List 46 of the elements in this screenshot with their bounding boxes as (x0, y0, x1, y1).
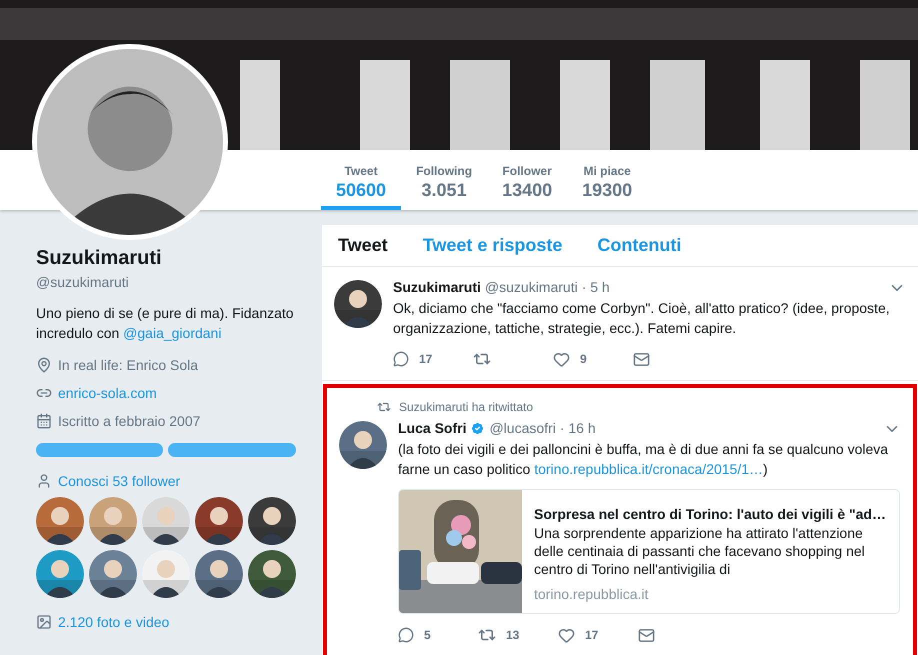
like-icon[interactable] (553, 350, 570, 368)
mail-icon[interactable] (638, 626, 655, 644)
joined-text: Iscritto a febbraio 2007 (58, 412, 200, 431)
media-link[interactable]: 2.120 foto e video (58, 612, 170, 632)
person-icon (36, 473, 52, 489)
action-count: 13 (506, 627, 520, 644)
action-count: 17 (585, 627, 598, 644)
retweet-icon (377, 400, 391, 414)
author-handle[interactable]: @suzukimaruti (484, 277, 578, 298)
card-title: Sorpresa nel centro di Torino: l'auto dei vigili è "ad… (534, 505, 887, 524)
stat-tab[interactable]: Tweet 50600 (321, 150, 402, 210)
author-handle[interactable]: @lucasofri (489, 418, 556, 439)
profile-name[interactable]: Suzukimaruti (36, 246, 162, 270)
mail-icon[interactable] (633, 350, 650, 368)
card-domain: torino.repubblica.it (534, 585, 650, 604)
action-count: 5 (424, 627, 431, 644)
link-card[interactable] (398, 489, 900, 614)
retweet-note: Suzukimaruti ha ritwittato (399, 399, 534, 416)
tweet-text: (la foto dei vigili e dei palloncini è buffa, ma è di due anni fa se qualcuno voleva farne un caso politico torino.repubblica.it/cronaca/2015/1…) (398, 440, 890, 479)
card-description: Una sorprendente apparizione ha attirato l'attenzione delle centinaia di passanti che facevano shopping nel centro di Torino nell'antivigilia di (534, 524, 866, 578)
reply-icon[interactable] (393, 351, 409, 367)
location-text: In real life: Enrico Sola (58, 356, 198, 375)
author-name[interactable]: Luca Sofri (398, 418, 466, 439)
followers-you-know-link[interactable]: Conosci 53 follower (58, 471, 180, 491)
tweet-link[interactable]: torino.repubblica.it/cronaca/2015/1… (534, 461, 764, 477)
calendar-icon (36, 413, 52, 429)
profile-handle[interactable]: @suzukimaruti (36, 272, 322, 293)
tweet-time[interactable]: · 16 h (560, 418, 596, 439)
tweet-text: Ok, diciamo che "facciamo come Corbyn". Cioè, all'atto pratico? (idee, proposte, organizzazione, tattiche, strategie, ecc.). Fatemi capire. (393, 299, 891, 338)
timeline-tab[interactable]: Contenuti (597, 232, 682, 259)
action-count: 9 (580, 351, 587, 368)
stat-tab[interactable]: Mi piace 19300 (567, 150, 648, 210)
website-link[interactable]: enrico-sola.com (58, 383, 157, 403)
like-icon[interactable] (558, 626, 575, 644)
reply-icon[interactable] (398, 627, 414, 643)
timeline-tab[interactable]: Tweet e risposte (422, 232, 562, 259)
profile-bio: Uno pieno di se (e pure di ma). Fidanzato incredulo con @gaia_giordani (36, 304, 295, 343)
image-icon (36, 614, 52, 630)
bio-link[interactable]: @gaia_giordani (123, 325, 222, 341)
action-count: 17 (419, 351, 432, 368)
timeline-tab[interactable]: Tweet (338, 232, 388, 259)
tweet-time[interactable]: · 5 h (582, 277, 610, 298)
stat-tab[interactable]: Follower 13400 (487, 150, 568, 210)
stat-tab[interactable]: Following 3.051 (401, 150, 488, 210)
author-name[interactable]: Suzukimaruti (393, 277, 481, 298)
location-icon (36, 357, 52, 373)
